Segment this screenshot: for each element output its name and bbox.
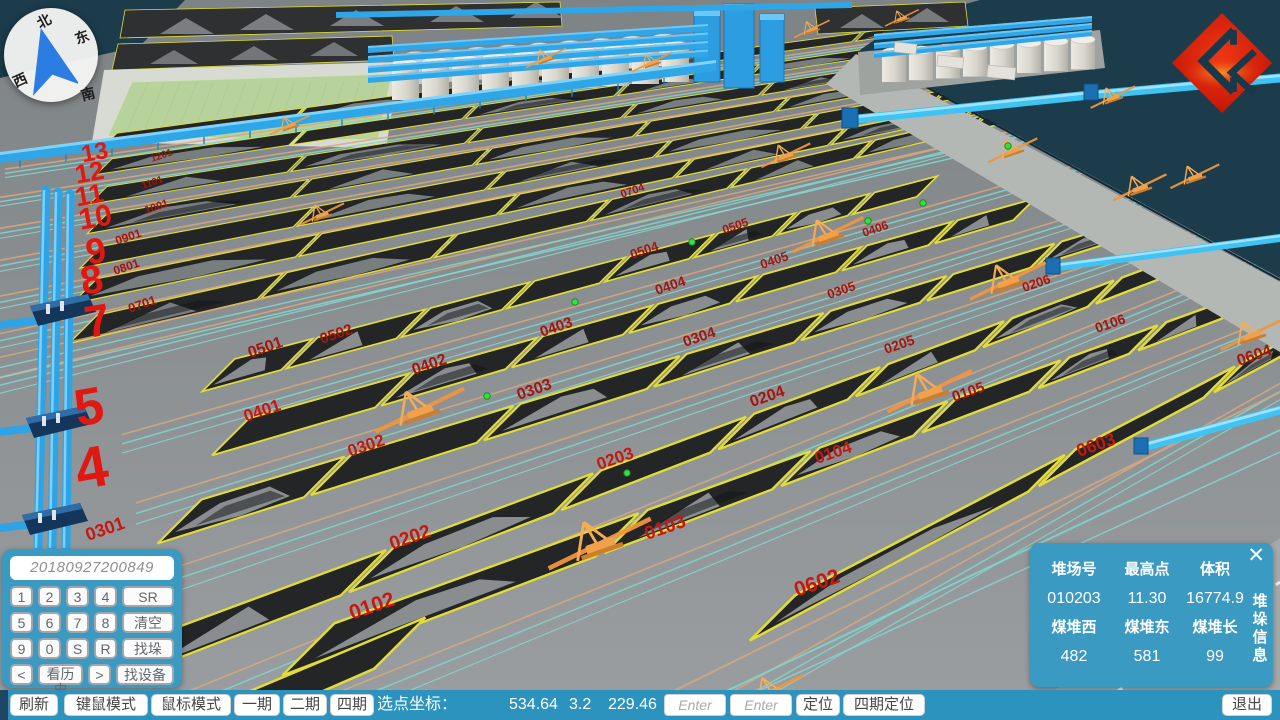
pile-info-label: 煤堆长: [1182, 613, 1248, 642]
keypad-button-<[interactable]: <: [10, 664, 33, 685]
pile-info-value: 16774.9: [1182, 584, 1248, 613]
selection-marker-icon: [624, 470, 630, 476]
company-logo-icon: [1172, 12, 1272, 114]
phase1-button[interactable]: 一期: [234, 694, 280, 716]
pile-info-vertical-title: 堆垛信息: [1251, 593, 1269, 665]
keypad-button-4[interactable]: 4: [94, 586, 117, 607]
keypad-button-7[interactable]: 7: [66, 612, 89, 633]
keypad-button-0[interactable]: 0: [38, 638, 61, 659]
keypad-button-3[interactable]: 3: [66, 586, 89, 607]
pile-info-label: 煤堆东: [1112, 613, 1182, 642]
pile-info-value: 99: [1182, 642, 1248, 671]
selection-marker-icon: [920, 200, 926, 206]
keypad-button-8[interactable]: 8: [94, 612, 117, 633]
selection-marker-icon: [484, 393, 490, 399]
locate-button[interactable]: 定位: [796, 694, 840, 716]
coord-x-value: 534.64: [509, 690, 558, 720]
keypad-button-2[interactable]: 2: [38, 586, 61, 607]
pile-info-label: 煤堆西: [1036, 613, 1112, 642]
keypad-button-R[interactable]: R: [94, 638, 117, 659]
keypad-button-看历史[interactable]: 看历史: [38, 664, 83, 685]
coord-input-1[interactable]: [664, 694, 726, 716]
close-icon[interactable]: ✕: [1247, 544, 1265, 568]
pile-info-label: 堆场号: [1036, 555, 1112, 584]
pile-info-label: 体积: [1182, 555, 1248, 584]
keypad-button->[interactable]: >: [88, 664, 111, 685]
selection-marker-icon: [572, 299, 578, 305]
phase4-button[interactable]: 四期: [330, 694, 374, 716]
pile-info-panel: ✕ 堆场号最高点体积 01020311.3016774.9 煤堆西煤堆东煤堆长 482…: [1030, 543, 1273, 687]
pile-info-value: 010203: [1036, 584, 1112, 613]
exit-button[interactable]: 退出: [1222, 694, 1272, 716]
refresh-button[interactable]: 刷新: [10, 694, 58, 716]
pile-info-value: 11.30: [1112, 584, 1182, 613]
pile-info-value: 581: [1112, 642, 1182, 671]
coal-yard-app: 1201110110010901080107010704050105020504…: [0, 0, 1280, 720]
keypad-button-S[interactable]: S: [66, 638, 89, 659]
phase4-locate-button[interactable]: 四期定位: [843, 694, 925, 716]
pile-info-value: 482: [1036, 642, 1112, 671]
coord-y-value: 3.2: [569, 690, 591, 720]
selection-marker-icon: [1005, 143, 1011, 149]
keypad-button-找垛[interactable]: 找垛: [122, 638, 174, 659]
keypad-button-6[interactable]: 6: [38, 612, 61, 633]
coord-label: 选点坐标：: [377, 690, 457, 720]
mouse-mode-button[interactable]: 鼠标模式: [151, 694, 231, 716]
coord-input-2[interactable]: [730, 694, 792, 716]
selection-marker-icon: [689, 239, 695, 245]
phase2-button[interactable]: 二期: [283, 694, 327, 716]
keypad-button-找设备[interactable]: 找设备: [116, 664, 174, 685]
compass[interactable]: 北 东 西 南: [4, 8, 98, 102]
toolbar-notch: [0, 690, 8, 720]
keypad-button-1[interactable]: 1: [10, 586, 33, 607]
keypad-button-清空[interactable]: 清空: [122, 612, 174, 633]
keypad-button-5[interactable]: 5: [10, 612, 33, 633]
coord-z-value: 229.46: [608, 690, 657, 720]
keypad-panel: 20180927200849 1234SR5678清空90SR找垛<看历史>找设…: [2, 549, 182, 688]
bottom-toolbar: 刷新 键鼠模式 鼠标模式 一期 二期 四期 选点坐标： 534.64 3.2 2…: [0, 690, 1280, 720]
keypad-button-SR[interactable]: SR: [122, 586, 174, 607]
pile-info-label: 最高点: [1112, 555, 1182, 584]
keymouse-mode-button[interactable]: 键鼠模式: [64, 694, 148, 716]
history-timestamp-input[interactable]: 20180927200849: [10, 556, 174, 580]
compass-arrow-icon: [20, 25, 78, 99]
keypad-button-9[interactable]: 9: [10, 638, 33, 659]
